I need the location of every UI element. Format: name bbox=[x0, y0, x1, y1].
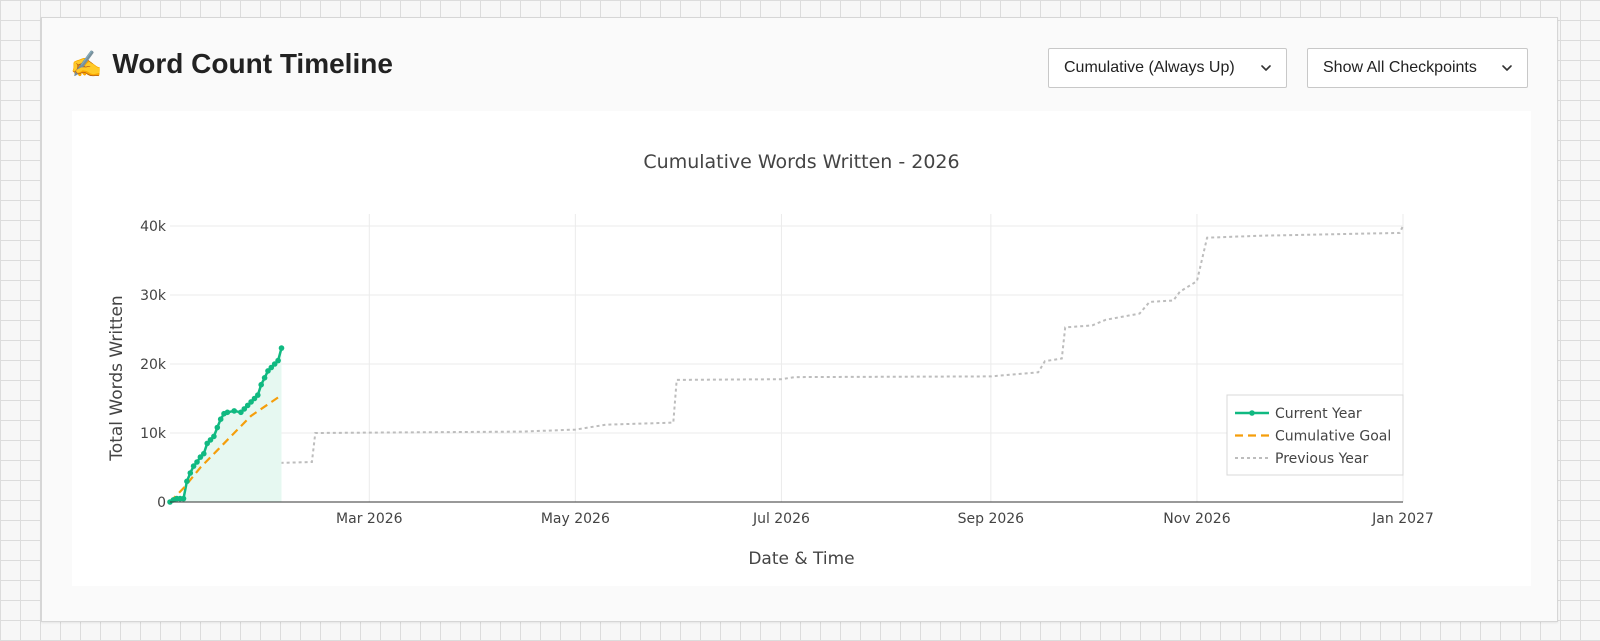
y-tick-label: 40k bbox=[140, 219, 167, 235]
y-tick-label: 20k bbox=[140, 357, 167, 373]
data-point bbox=[224, 409, 231, 416]
word-count-timeline-panel: ✍️ Word Count Timeline Cumulative (Alway… bbox=[41, 17, 1558, 622]
panel-title-text: Word Count Timeline bbox=[112, 48, 393, 79]
data-point bbox=[275, 357, 281, 364]
data-point bbox=[211, 433, 217, 440]
legend-marker bbox=[1249, 410, 1255, 416]
data-point bbox=[217, 416, 224, 423]
data-point bbox=[194, 459, 200, 465]
x-tick-label: Jan 2027 bbox=[1371, 511, 1434, 527]
data-point bbox=[258, 381, 264, 388]
data-point bbox=[261, 375, 268, 381]
chart-title: Cumulative Words Written - 2026 bbox=[643, 151, 959, 173]
x-axis-title: Date & Time bbox=[748, 549, 854, 569]
y-axis-title: Total Words Written bbox=[107, 295, 127, 461]
legend-item-label: Current Year bbox=[1275, 406, 1362, 422]
x-tick-label: Nov 2026 bbox=[1163, 511, 1230, 527]
data-point bbox=[255, 392, 261, 398]
checkpoint-filter-select-value: Show All Checkpoints bbox=[1323, 59, 1477, 76]
data-point bbox=[214, 424, 221, 431]
x-tick-label: May 2026 bbox=[541, 511, 610, 527]
legend-item-label: Previous Year bbox=[1275, 451, 1369, 467]
y-tick-label: 10k bbox=[140, 426, 167, 442]
chevron-down-icon bbox=[1261, 65, 1271, 71]
legend-item-label: Cumulative Goal bbox=[1275, 429, 1391, 445]
data-point bbox=[278, 345, 285, 351]
panel-title: ✍️ Word Count Timeline bbox=[70, 48, 393, 80]
writing-hand-icon: ✍️ bbox=[70, 48, 103, 79]
x-tick-label: Jul 2026 bbox=[752, 511, 810, 527]
y-tick-label: 30k bbox=[140, 288, 167, 304]
x-tick-label: Mar 2026 bbox=[336, 511, 403, 527]
x-tick-label: Sep 2026 bbox=[958, 511, 1025, 527]
chart-mode-select-value: Cumulative (Always Up) bbox=[1064, 59, 1235, 76]
word-count-chart[interactable]: Cumulative Words Written - 2026 0 10k 20k 30… bbox=[72, 111, 1531, 586]
data-point bbox=[184, 478, 190, 485]
data-point bbox=[231, 408, 237, 414]
chart-card: Cumulative Words Written - 2026 0 10k 20k 30… bbox=[72, 111, 1531, 586]
checkpoint-filter-select[interactable]: Show All Checkpoints bbox=[1307, 48, 1528, 88]
chart-mode-select[interactable]: Cumulative (Always Up) bbox=[1048, 48, 1287, 88]
chevron-down-icon bbox=[1502, 65, 1512, 71]
data-point bbox=[180, 495, 187, 502]
y-tick-label: 0 bbox=[157, 495, 166, 511]
data-point bbox=[187, 470, 194, 476]
data-point bbox=[201, 450, 207, 457]
